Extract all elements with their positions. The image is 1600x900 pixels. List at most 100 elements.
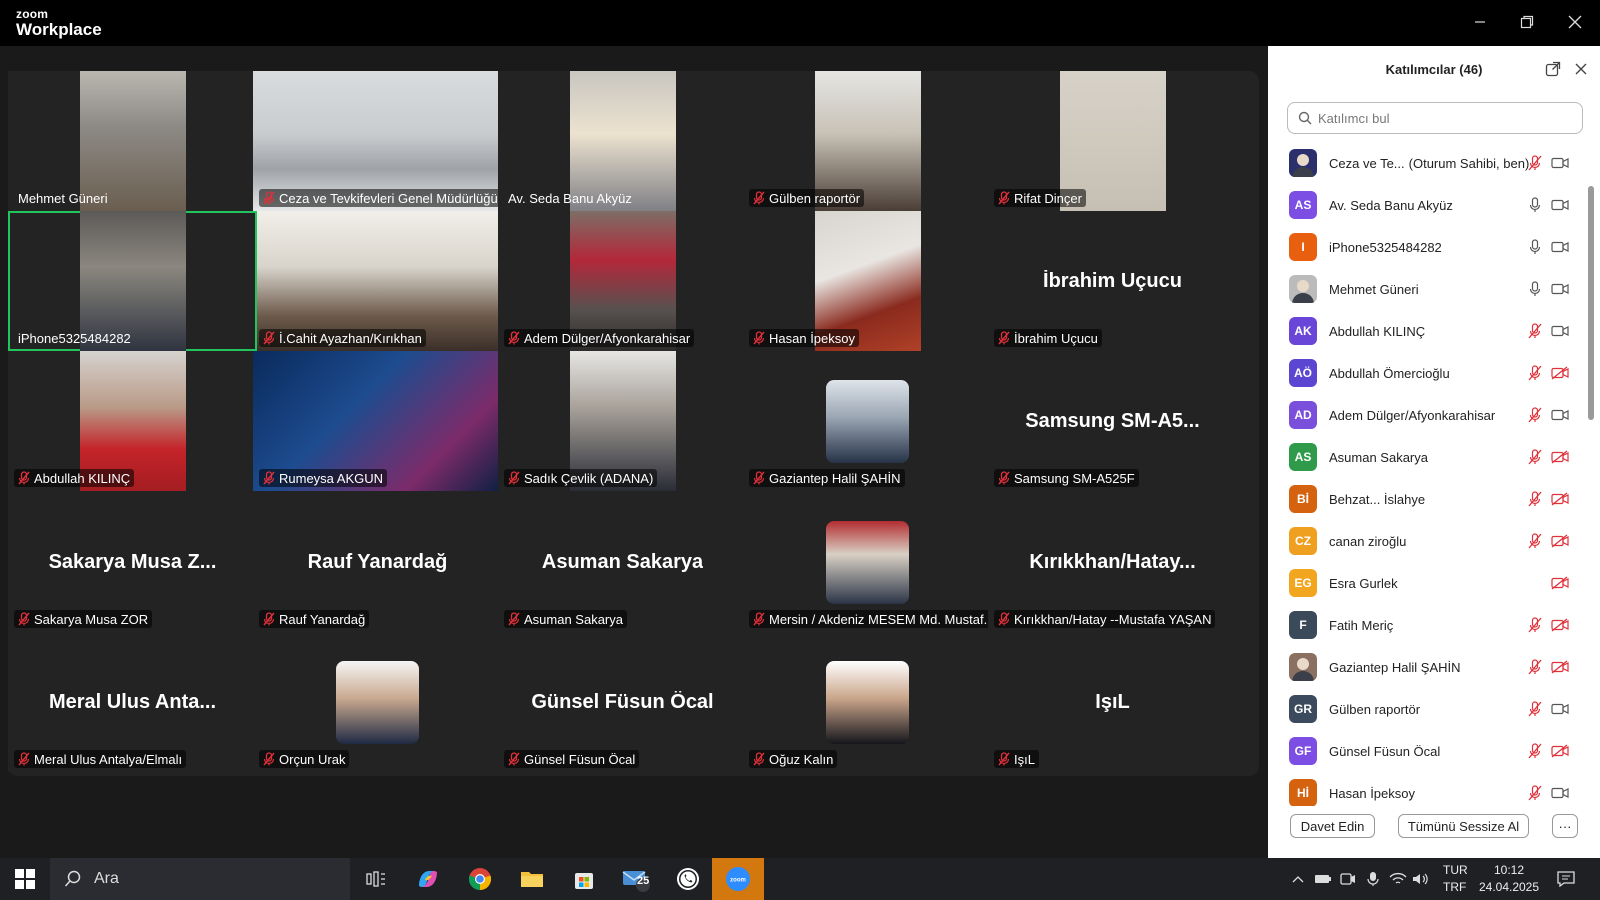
network-button[interactable]	[1388, 869, 1408, 889]
chrome-button[interactable]	[462, 863, 498, 895]
participant-mic-status[interactable]	[1526, 406, 1544, 424]
task-view-button[interactable]	[358, 863, 394, 895]
participant-tile[interactable]: Ceza ve Tevkifevleri Genel Müdürlüğü	[253, 71, 502, 211]
participant-list-scrollbar[interactable]	[1588, 142, 1594, 806]
participant-video-status[interactable]	[1551, 322, 1569, 340]
participant-tile[interactable]: iPhone5325484282	[8, 211, 257, 351]
participant-video-status[interactable]	[1551, 238, 1569, 256]
participant-mic-status[interactable]	[1526, 700, 1544, 718]
close-panel-button[interactable]	[1572, 60, 1590, 78]
participant-tile[interactable]: Oğuz Kalın	[743, 632, 992, 772]
participant-mic-status[interactable]	[1526, 490, 1544, 508]
participant-row[interactable]: AS Asuman Sakarya	[1268, 436, 1586, 478]
participant-tile[interactable]: Gülben raportör	[743, 71, 992, 211]
participant-row[interactable]: AS Av. Seda Banu Akyüz	[1268, 184, 1586, 226]
mute-all-button[interactable]: Tümünü Sessize Al	[1398, 814, 1529, 838]
participant-tile[interactable]: Asuman Sakarya Asuman Sakarya	[498, 492, 747, 632]
battery-button[interactable]	[1313, 869, 1333, 889]
participant-mic-status[interactable]	[1526, 532, 1544, 550]
participant-tile[interactable]: Rauf Yanardağ Rauf Yanardağ	[253, 492, 502, 632]
participant-row[interactable]: Hİ Hasan İpeksoy	[1268, 772, 1586, 806]
participant-row[interactable]: IiPhone5325484282	[1268, 226, 1586, 268]
participant-row[interactable]: CZ canan ziroğlu	[1268, 520, 1586, 562]
invite-button[interactable]: Davet Edin	[1290, 814, 1375, 838]
participant-tile[interactable]: Abdullah KILINÇ	[8, 351, 257, 491]
participant-tile[interactable]: İ.Cahit Ayazhan/Kırıkhan	[253, 211, 502, 351]
participant-video-status[interactable]	[1551, 700, 1569, 718]
participant-tile[interactable]: Rumeysa AKGUN	[253, 351, 502, 491]
participant-mic-status[interactable]	[1526, 196, 1544, 214]
mail-button[interactable]: 25	[618, 863, 654, 895]
restore-button[interactable]	[1512, 8, 1542, 36]
participant-mic-status[interactable]	[1526, 448, 1544, 466]
participant-video-status[interactable]	[1551, 448, 1569, 466]
participant-mic-status[interactable]	[1526, 322, 1544, 340]
scrollbar-thumb[interactable]	[1588, 186, 1594, 420]
participant-video-status[interactable]	[1551, 784, 1569, 802]
more-options-button[interactable]: ···	[1552, 814, 1578, 838]
participant-row[interactable]: AD Adem Dülger/Afyonkarahisar	[1268, 394, 1586, 436]
participant-tile[interactable]: İbrahim Uçucu İbrahim Uçucu	[988, 211, 1237, 351]
participant-video-status[interactable]	[1551, 574, 1569, 592]
participant-tile[interactable]: Rifat Dinçer	[988, 71, 1237, 211]
participant-tile[interactable]: IşıL IşıL	[988, 632, 1237, 772]
participant-row[interactable]: Mehmet Güneri	[1268, 268, 1586, 310]
participant-video-status[interactable]	[1551, 616, 1569, 634]
participant-video-status[interactable]	[1551, 742, 1569, 760]
participant-row[interactable]: F Fatih Meriç	[1268, 604, 1586, 646]
participant-tile[interactable]: Mehmet Güneri	[8, 71, 257, 211]
participant-video-status[interactable]	[1551, 406, 1569, 424]
participant-tile[interactable]: Adem Dülger/Afyonkarahisar	[498, 211, 747, 351]
participant-row[interactable]: Bİ Behzat... İslahye	[1268, 478, 1586, 520]
participant-video-status[interactable]	[1551, 196, 1569, 214]
zoom-app-button[interactable]: zoom	[712, 858, 764, 900]
participant-tile[interactable]: Günsel Füsun Öcal Günsel Füsun Öcal	[498, 632, 747, 772]
participant-video-status[interactable]	[1551, 364, 1569, 382]
participant-row[interactable]: Gaziantep Halil ŞAHİN	[1268, 646, 1586, 688]
participant-video-status[interactable]	[1551, 490, 1569, 508]
meet-now-button[interactable]	[1338, 869, 1358, 889]
participant-mic-status[interactable]	[1526, 364, 1544, 382]
participant-row[interactable]: GR Gülben raportör	[1268, 688, 1586, 730]
participant-row[interactable]: AK Abdullah KILINÇ	[1268, 310, 1586, 352]
notification-center-button[interactable]	[1556, 869, 1576, 889]
participant-video-status[interactable]	[1551, 280, 1569, 298]
participant-mic-status[interactable]	[1526, 238, 1544, 256]
clock[interactable]: 10:12 24.04.2025	[1478, 862, 1540, 896]
participant-mic-status[interactable]	[1526, 784, 1544, 802]
participant-mic-status[interactable]	[1526, 742, 1544, 760]
participant-tile[interactable]: Kırıkkhan/Hatay... Kırıkkhan/Hatay --Must…	[988, 492, 1237, 632]
participant-row[interactable]: AÖ Abdullah Ömercioğlu	[1268, 352, 1586, 394]
participant-tile[interactable]: Gaziantep Halil ŞAHİN	[743, 351, 992, 491]
copilot-button[interactable]	[410, 863, 446, 895]
whatsapp-button[interactable]	[670, 863, 706, 895]
close-window-button[interactable]	[1560, 8, 1590, 36]
minimize-button[interactable]	[1465, 8, 1495, 36]
popout-button[interactable]	[1544, 60, 1562, 78]
participant-tile[interactable]: Mersin / Akdeniz MESEM Md. Mustaf...	[743, 492, 992, 632]
participant-row[interactable]: GF Günsel Füsun Öcal	[1268, 730, 1586, 772]
participant-mic-status[interactable]	[1526, 154, 1544, 172]
participant-tile[interactable]: Samsung SM-A5... Samsung SM-A525F	[988, 351, 1237, 491]
participant-search-input[interactable]	[1318, 110, 1568, 126]
participant-mic-status[interactable]	[1526, 616, 1544, 634]
participant-video-status[interactable]	[1551, 658, 1569, 676]
participant-tile[interactable]: Av. Seda Banu Akyüz	[498, 71, 747, 211]
participant-tile[interactable]: Sakarya Musa Z... Sakarya Musa ZOR	[8, 492, 257, 632]
volume-button[interactable]	[1411, 869, 1431, 889]
file-explorer-button[interactable]	[514, 863, 550, 895]
participant-tile[interactable]: Sadık Çevlik (ADANA)	[498, 351, 747, 491]
participant-tile[interactable]: Orçun Urak	[253, 632, 502, 772]
show-hidden-icons-button[interactable]	[1288, 869, 1308, 889]
participant-video-status[interactable]	[1551, 532, 1569, 550]
participant-row[interactable]: Ceza ve Te... (Oturum Sahibi, ben)	[1268, 142, 1586, 184]
participant-row[interactable]: EG Esra Gurlek	[1268, 562, 1586, 604]
taskbar-search[interactable]: Ara	[50, 858, 350, 900]
participant-video-status[interactable]	[1551, 154, 1569, 172]
participant-search[interactable]	[1287, 102, 1583, 134]
start-button[interactable]	[8, 862, 42, 896]
participant-mic-status[interactable]	[1526, 280, 1544, 298]
participant-mic-status[interactable]	[1526, 658, 1544, 676]
participant-tile[interactable]: Meral Ulus Anta... Meral Ulus Antalya/Elm…	[8, 632, 257, 772]
participant-tile[interactable]: Hasan İpeksoy	[743, 211, 992, 351]
